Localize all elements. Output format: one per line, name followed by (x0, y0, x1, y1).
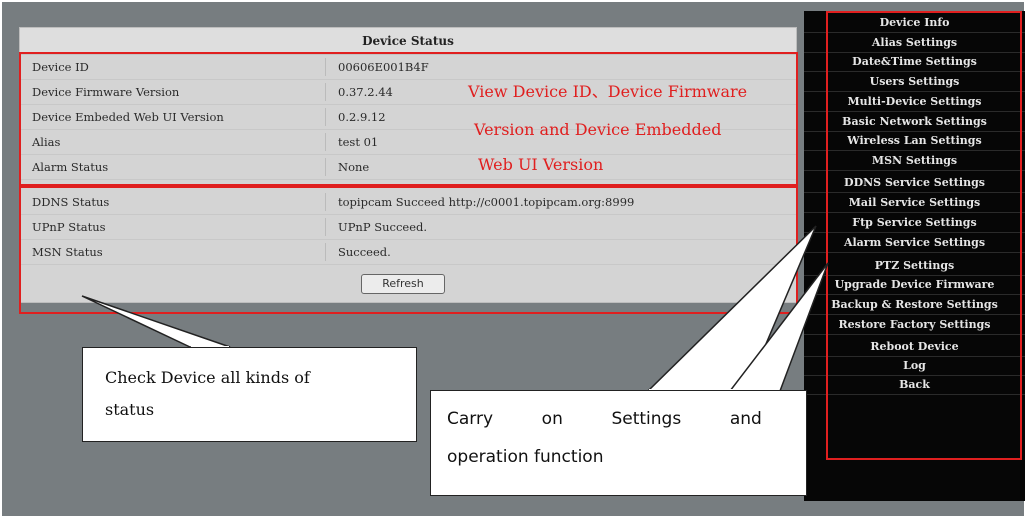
annotation-line: Version and Device Embedded (474, 120, 722, 139)
device-info-highlight-box (19, 52, 798, 186)
annotation-line: View Device ID、Device Firmware (468, 82, 748, 101)
callout-text: Check Device all kinds of (105, 368, 310, 387)
callout-text: status (105, 400, 155, 419)
callout-text: Carry on Settings and (447, 409, 762, 429)
annotation-line: Web UI Version (478, 155, 604, 174)
settings-callout: Carry on Settings and operation function (430, 390, 807, 496)
network-status-highlight-box (19, 186, 798, 314)
callout-text: operation function (447, 447, 604, 467)
status-callout: Check Device all kinds of status (82, 347, 417, 442)
device-status-title: Device Status (20, 28, 796, 55)
settings-menu-highlight-box (826, 11, 1022, 460)
